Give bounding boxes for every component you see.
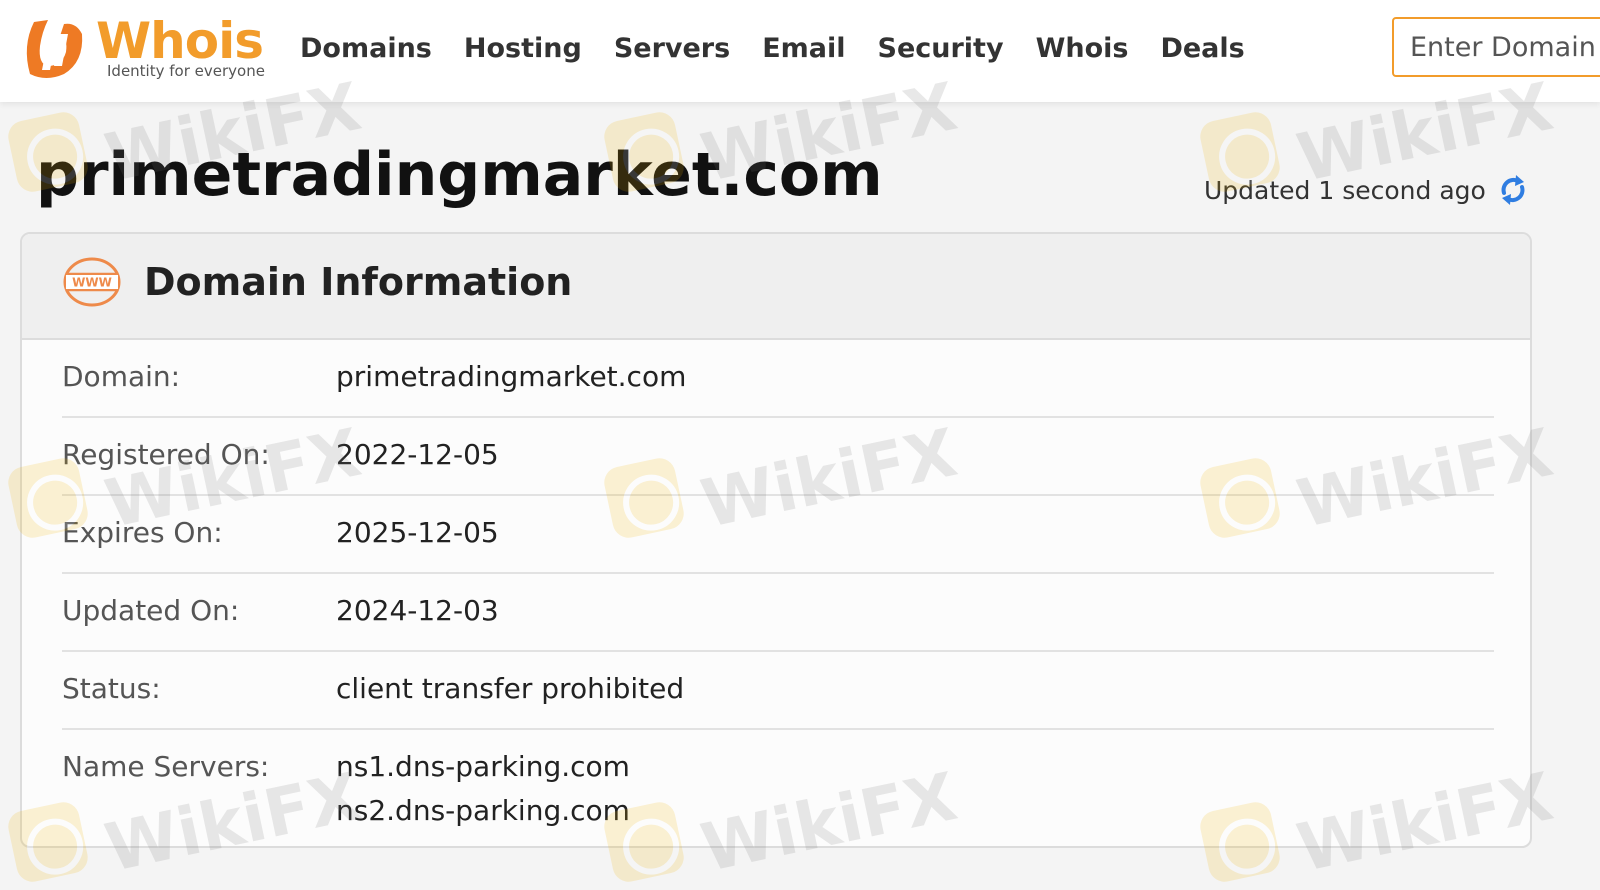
logo-tagline: Identity for everyone: [107, 62, 265, 80]
nav-whois[interactable]: Whois: [1036, 33, 1129, 64]
refresh-icon[interactable]: [1496, 173, 1530, 207]
info-row-name-servers: Name Servers: ns1.dns-parking.com ns2.dn…: [62, 730, 1494, 846]
nav-security[interactable]: Security: [878, 33, 1004, 64]
row-value: 2024-12-03: [336, 594, 499, 638]
domain-information-card: WWW Domain Information Domain: primetrad…: [20, 232, 1532, 848]
row-value: 2022-12-05: [336, 438, 499, 482]
card-header: WWW Domain Information: [22, 234, 1530, 340]
row-label: Domain:: [62, 360, 181, 393]
row-value: ns1.dns-parking.com ns2.dns-parking.com: [336, 750, 630, 838]
info-row-expires: Expires On: 2025-12-05: [62, 496, 1494, 574]
domain-value: primetradingmarket.com: [336, 360, 687, 393]
svg-text:WWW: WWW: [72, 276, 112, 290]
domain-search-input[interactable]: [1392, 17, 1600, 77]
top-navigation-bar: Whois Identity for everyone Domains Host…: [0, 0, 1600, 102]
expires-date: 2025-12-05: [336, 516, 499, 549]
whois-logo[interactable]: Whois Identity for everyone: [20, 12, 270, 84]
name-server-2: ns2.dns-parking.com: [336, 794, 630, 827]
nav-domains[interactable]: Domains: [300, 33, 432, 64]
registered-date: 2022-12-05: [336, 438, 499, 471]
card-title: Domain Information: [144, 260, 573, 304]
main-nav: Domains Hosting Servers Email Security W…: [300, 0, 1277, 96]
status-value: client transfer prohibited: [336, 672, 685, 705]
last-updated-text: Updated 1 second ago: [1204, 175, 1486, 205]
row-label: Status:: [62, 672, 161, 705]
row-label: Registered On:: [62, 438, 270, 471]
nav-servers[interactable]: Servers: [614, 33, 730, 64]
whois-logo-mark-icon: [26, 20, 83, 78]
nav-hosting[interactable]: Hosting: [464, 33, 582, 64]
row-value: client transfer prohibited: [336, 672, 684, 716]
row-value: 2025-12-05: [336, 516, 499, 560]
www-icon: WWW: [63, 257, 121, 307]
row-label: Expires On:: [62, 516, 223, 549]
name-server-1: ns1.dns-parking.com: [336, 750, 630, 783]
domain-info-table: Domain: primetradingmarket.com Registere…: [62, 340, 1494, 846]
info-row-registered: Registered On: 2022-12-05: [62, 418, 1494, 496]
row-value: primetradingmarket.com: [336, 360, 686, 404]
last-updated: Updated 1 second ago: [1204, 170, 1530, 210]
row-label: Name Servers:: [62, 750, 270, 783]
info-row-updated: Updated On: 2024-12-03: [62, 574, 1494, 652]
nav-deals[interactable]: Deals: [1160, 33, 1244, 64]
updated-date: 2024-12-03: [336, 594, 499, 627]
info-row-domain: Domain: primetradingmarket.com: [62, 340, 1494, 418]
info-row-status: Status: client transfer prohibited: [62, 652, 1494, 730]
page-title: primetradingmarket.com: [36, 140, 883, 210]
nav-email[interactable]: Email: [762, 33, 845, 64]
row-label: Updated On:: [62, 594, 240, 627]
